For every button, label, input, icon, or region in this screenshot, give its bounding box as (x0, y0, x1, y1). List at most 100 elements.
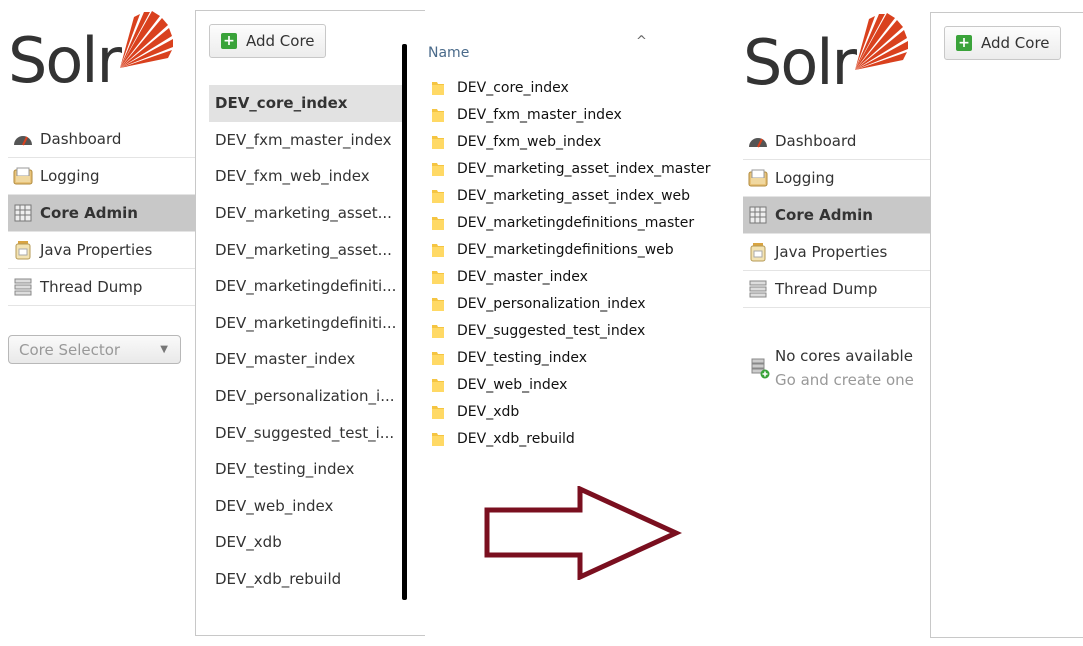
thread-dump-icon (13, 277, 33, 297)
nav-label: Java Properties (40, 241, 153, 259)
folder-row[interactable]: DEV_marketing_asset_index_web (430, 182, 710, 209)
add-core-button-right[interactable]: + Add Core (944, 26, 1061, 60)
core-list-item[interactable]: DEV_marketingdefiniti... (209, 268, 402, 305)
folder-name: DEV_xdb (457, 403, 520, 420)
nav-label: Thread Dump (40, 278, 143, 296)
java-properties-icon (748, 242, 768, 262)
solr-sun-icon (855, 13, 908, 70)
core-admin-panel-right (930, 12, 1083, 638)
folder-row[interactable]: DEV_marketingdefinitions_web (430, 236, 710, 263)
core-selector[interactable]: Core Selector ▼ (8, 335, 181, 364)
nav-item-core-admin[interactable]: Core Admin (8, 195, 195, 232)
right-arrow-icon (484, 486, 683, 580)
add-core-button-left[interactable]: + Add Core (209, 24, 326, 58)
folder-icon (432, 351, 444, 365)
folder-icon (432, 108, 444, 122)
core-list-item[interactable]: DEV_master_index (209, 341, 402, 378)
sort-ascending-icon: ^ (636, 34, 647, 49)
folder-name: DEV_marketingdefinitions_master (457, 214, 695, 231)
folder-name: DEV_personalization_index (457, 295, 646, 312)
logo-text: Solr (743, 26, 857, 99)
solr-logo-left[interactable]: Solr (6, 8, 176, 98)
nav-label: Logging (775, 169, 835, 187)
folder-name: DEV_testing_index (457, 349, 588, 366)
core-list-item[interactable]: DEV_marketingdefiniti... (209, 305, 402, 342)
folder-name: DEV_core_index (457, 79, 569, 96)
core-list-item[interactable]: DEV_core_index (209, 85, 402, 122)
folder-icon (432, 243, 444, 257)
folder-list: DEV_core_index DEV_fxm_master_index DEV_… (430, 74, 710, 452)
folder-row[interactable]: DEV_xdb_rebuild (430, 425, 710, 452)
core-list-item[interactable]: DEV_fxm_master_index (209, 122, 402, 159)
explorer-header[interactable]: Name ^ (420, 34, 660, 66)
folder-name: DEV_master_index (457, 268, 588, 285)
solr-logo-right[interactable]: Solr (741, 10, 911, 100)
folder-row[interactable]: DEV_fxm_master_index (430, 101, 710, 128)
folder-row[interactable]: DEV_marketingdefinitions_master (430, 209, 710, 236)
folder-icon (432, 189, 444, 203)
folder-icon (432, 297, 444, 311)
folder-name: DEV_web_index (457, 376, 568, 393)
nav-label: Logging (40, 167, 100, 185)
core-admin-icon (13, 203, 33, 223)
nav-item-dashboard[interactable]: Dashboard (8, 121, 195, 158)
plus-icon: + (956, 35, 972, 51)
folder-row[interactable]: DEV_master_index (430, 263, 710, 290)
nav-item-java-properties[interactable]: Java Properties (743, 234, 930, 271)
folder-row[interactable]: DEV_personalization_index (430, 290, 710, 317)
folder-row[interactable]: DEV_core_index (430, 74, 710, 101)
logging-icon (13, 166, 33, 186)
core-list-item[interactable]: DEV_marketing_asset... (209, 231, 402, 268)
core-list-item[interactable]: DEV_fxm_web_index (209, 158, 402, 195)
core-list-item[interactable]: DEV_xdb (209, 524, 402, 561)
java-properties-icon (13, 240, 33, 260)
nav-item-thread-dump[interactable]: Thread Dump (743, 271, 930, 308)
core-list-item[interactable]: DEV_personalization_i... (209, 378, 402, 415)
core-list-item[interactable]: DEV_suggested_test_i... (209, 414, 402, 451)
nav-item-core-admin[interactable]: Core Admin (743, 197, 930, 234)
nav-item-thread-dump[interactable]: Thread Dump (8, 269, 195, 306)
folder-name: DEV_fxm_web_index (457, 133, 602, 150)
core-list-item[interactable]: DEV_testing_index (209, 451, 402, 488)
core-list-item[interactable]: DEV_xdb_rebuild (209, 561, 402, 598)
sidebar-nav-left: Dashboard Logging Core Admin Java Proper… (8, 121, 195, 306)
folder-row[interactable]: DEV_testing_index (430, 344, 710, 371)
folder-name: DEV_marketingdefinitions_web (457, 241, 674, 258)
create-core-link[interactable]: Go and create one (775, 371, 914, 389)
folder-row[interactable]: DEV_suggested_test_index (430, 317, 710, 344)
folder-name: DEV_marketing_asset_index_web (457, 187, 691, 204)
add-core-label: Add Core (246, 32, 315, 50)
nav-label: Dashboard (775, 132, 857, 150)
folder-icon (432, 270, 444, 284)
add-core-label: Add Core (981, 34, 1050, 52)
no-cores-text: No cores available (775, 347, 913, 365)
folder-icon (432, 405, 444, 419)
folder-row[interactable]: DEV_marketing_asset_index_master (430, 155, 710, 182)
core-list-item[interactable]: DEV_web_index (209, 488, 402, 525)
folder-row[interactable]: DEV_web_index (430, 371, 710, 398)
nav-item-logging[interactable]: Logging (8, 158, 195, 195)
name-column-header: Name (428, 45, 470, 61)
folder-row[interactable]: DEV_xdb (430, 398, 710, 425)
folder-name: DEV_fxm_master_index (457, 106, 622, 123)
logging-icon (748, 168, 768, 188)
nav-label: Thread Dump (775, 280, 878, 298)
folder-name: DEV_suggested_test_index (457, 322, 646, 339)
plus-icon: + (221, 33, 237, 49)
core-admin-icon (748, 205, 768, 225)
nav-label: Dashboard (40, 130, 122, 148)
core-list: DEV_core_index DEV_fxm_master_index DEV_… (209, 85, 402, 597)
logo-text: Solr (8, 24, 122, 97)
nav-label: Core Admin (40, 204, 138, 222)
nav-item-dashboard[interactable]: Dashboard (743, 123, 930, 160)
folder-row[interactable]: DEV_fxm_web_index (430, 128, 710, 155)
nav-label: Java Properties (775, 243, 888, 261)
divider-line (402, 44, 407, 600)
folder-icon (432, 81, 444, 95)
nav-label: Core Admin (775, 206, 873, 224)
nav-item-java-properties[interactable]: Java Properties (8, 232, 195, 269)
core-list-item[interactable]: DEV_marketing_asset... (209, 195, 402, 232)
core-selector-label: Core Selector (19, 340, 121, 359)
folder-icon (432, 324, 444, 338)
nav-item-logging[interactable]: Logging (743, 160, 930, 197)
